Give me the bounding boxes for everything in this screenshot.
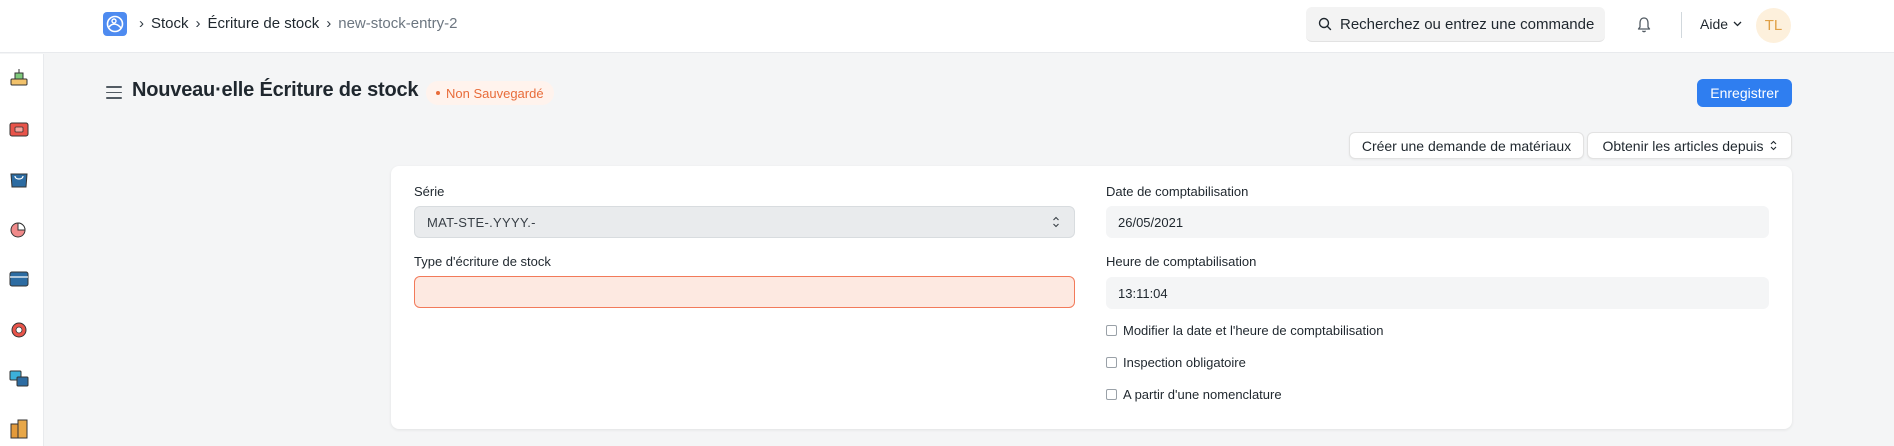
from-bom-checkbox[interactable] (1106, 389, 1117, 400)
inspection-required-label: Inspection obligatoire (1123, 355, 1246, 370)
from-bom-checkbox-row[interactable]: A partir d'une nomenclature (1106, 387, 1282, 402)
status-label: Non Sauvegardé (446, 85, 544, 101)
from-bom-label: A partir d'une nomenclature (1123, 387, 1282, 402)
series-label: Série (414, 184, 445, 199)
help-label: Aide (1700, 16, 1729, 32)
series-select[interactable]: MAT-STE-.YYYY.- (414, 206, 1075, 238)
select-arrows-icon (1770, 140, 1776, 151)
edit-posting-datetime-label: Modifier la date et l'heure de comptabil… (1123, 323, 1384, 338)
breadcrumb-stock[interactable]: Stock (151, 15, 189, 32)
chevron-right-icon: › (139, 15, 144, 32)
create-material-request-button[interactable]: Créer une demande de matériaux (1349, 132, 1584, 159)
chevron-right-icon: › (326, 15, 332, 32)
breadcrumb: › Stock › Écriture de stock › new-stock-… (139, 15, 464, 32)
breadcrumb-current: new-stock-entry-2 (338, 15, 458, 32)
search-icon (1318, 17, 1332, 31)
module-sidebar (0, 54, 44, 446)
top-navbar: › Stock › Écriture de stock › new-stock-… (0, 0, 1894, 53)
chevron-down-icon (1733, 21, 1742, 27)
payroll-icon[interactable] (8, 268, 30, 290)
sidebar-toggle-icon[interactable] (106, 86, 122, 99)
posting-date-label: Date de comptabilisation (1106, 184, 1249, 199)
edit-posting-datetime-checkbox-row[interactable]: Modifier la date et l'heure de comptabil… (1106, 323, 1383, 338)
status-dot-icon (436, 91, 440, 95)
stock-entry-type-input[interactable] (414, 276, 1075, 308)
help-dropdown[interactable]: Aide (1700, 16, 1742, 32)
inspection-required-checkbox-row[interactable]: Inspection obligatoire (1106, 355, 1246, 370)
posting-date-input[interactable]: 26/05/2021 (1106, 206, 1769, 238)
select-arrows-icon (1053, 216, 1059, 228)
get-items-from-button[interactable]: Obtenir les articles depuis (1587, 132, 1792, 159)
support-icon[interactable] (8, 318, 30, 340)
stock-icon[interactable] (8, 68, 30, 90)
reports-icon[interactable] (8, 218, 30, 240)
inspection-required-checkbox[interactable] (1106, 357, 1117, 368)
edit-posting-datetime-checkbox[interactable] (1106, 325, 1117, 336)
app-logo[interactable] (103, 12, 127, 36)
user-avatar[interactable]: TL (1756, 8, 1791, 43)
chevron-right-icon: › (195, 15, 201, 32)
stock-entry-type-label: Type d'écriture de stock (414, 254, 551, 269)
save-button[interactable]: Enregistrer (1697, 79, 1792, 107)
search-bar[interactable] (1306, 7, 1605, 42)
breadcrumb-stock-entry[interactable]: Écriture de stock (208, 15, 320, 32)
projects-icon[interactable] (8, 368, 30, 390)
posting-time-label: Heure de comptabilisation (1106, 254, 1257, 269)
selling-icon[interactable] (8, 168, 30, 190)
posting-time-input[interactable]: 13:11:04 (1106, 277, 1769, 309)
search-input[interactable] (1340, 15, 1600, 33)
status-badge: Non Sauvegardé (426, 81, 554, 105)
accounting-icon[interactable] (8, 118, 30, 140)
navbar-divider (1681, 12, 1682, 38)
get-items-label: Obtenir les articles depuis (1602, 137, 1764, 154)
series-value: MAT-STE-.YYYY.- (427, 214, 536, 230)
app-logo-icon (106, 15, 124, 33)
form-card: Série MAT-STE-.YYYY.- Type d'écriture de… (391, 166, 1792, 429)
notification-bell-icon[interactable] (1636, 16, 1652, 34)
assets-icon[interactable] (8, 418, 30, 440)
page-title: Nouveau·elle Écriture de stock (132, 79, 419, 101)
